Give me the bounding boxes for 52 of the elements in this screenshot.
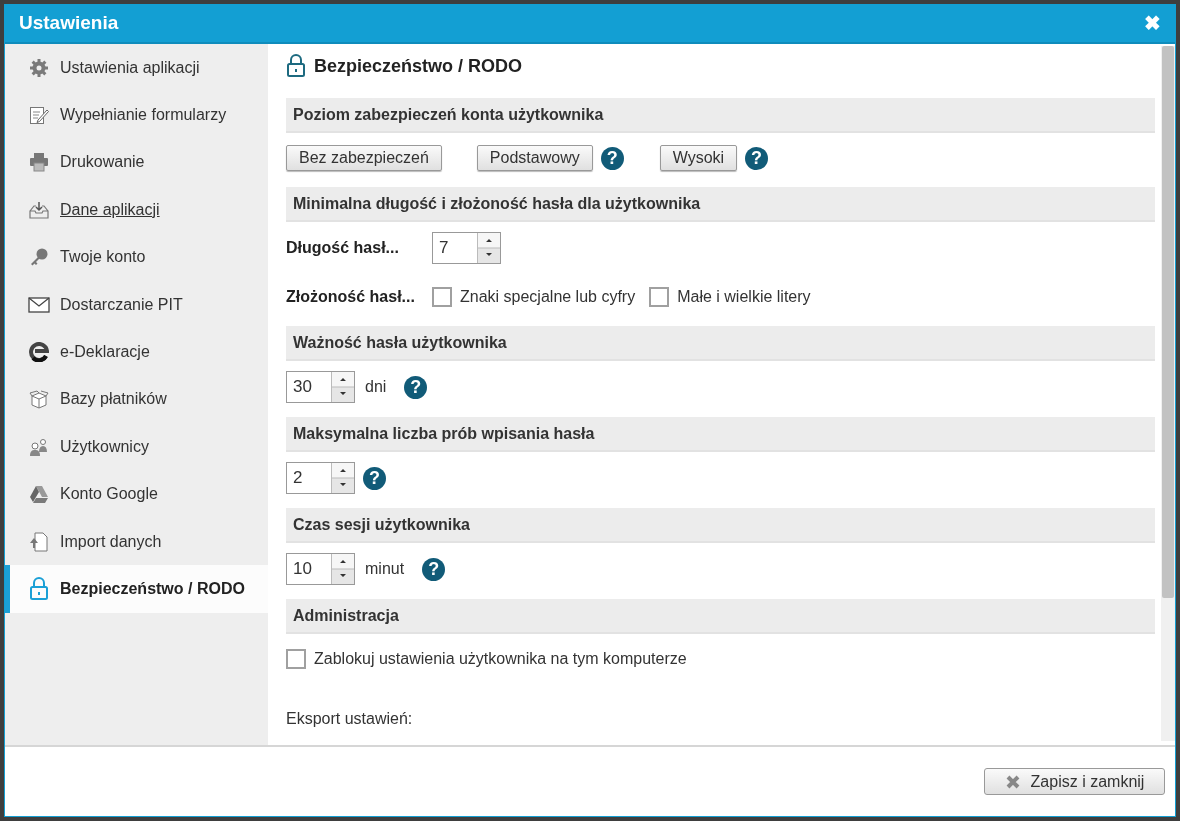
sidebar-item[interactable]: Ustawienia aplikacji xyxy=(5,44,268,92)
section-header: Czas sesji użytkownika xyxy=(286,508,1155,543)
window-title: Ustawienia xyxy=(19,12,119,34)
field-label: Długość hasł... xyxy=(286,239,400,257)
sidebar-item[interactable]: Bezpieczeństwo / RODO xyxy=(5,565,268,613)
help-icon[interactable]: ? xyxy=(363,466,386,490)
section-header: Maksymalna liczba prób wpisania hasła xyxy=(286,417,1155,452)
section-header: Minimalna długość i złożoność hasła dla użytkownika xyxy=(286,187,1155,222)
level-button[interactable]: Podstawowy xyxy=(476,145,593,171)
sidebar-item[interactable]: Wypełnianie formularzy xyxy=(5,91,268,139)
checkbox[interactable] xyxy=(649,287,670,307)
sidebar-item[interactable]: Bazy płatników xyxy=(5,375,268,424)
sidebar-item[interactable]: Twoje konto xyxy=(5,233,268,281)
spinner-arrows-icon[interactable] xyxy=(332,554,354,584)
section-header: Administracja xyxy=(286,599,1155,634)
section-title: Bezpieczeństwo / RODO xyxy=(314,55,523,77)
help-icon[interactable]: ? xyxy=(404,375,428,399)
scrollbar[interactable] xyxy=(1161,46,1175,741)
sidebar-item[interactable]: Import danych xyxy=(5,517,268,566)
checkbox-label: Zablokuj ustawienia użytkownika na tym komputerze xyxy=(314,650,687,668)
unit-label: dni xyxy=(365,378,387,396)
sidebar-item[interactable]: Dostarczanie PIT xyxy=(5,280,268,329)
cross-icon xyxy=(1004,773,1021,790)
level-button[interactable]: Wysoki xyxy=(659,145,738,171)
spinner-arrows-icon[interactable] xyxy=(332,372,354,402)
help-icon[interactable]: ? xyxy=(745,146,769,170)
checkbox[interactable] xyxy=(286,649,306,669)
checkbox-label: Znaki specjalne lub cyfry xyxy=(460,288,636,306)
padlock-icon xyxy=(28,577,50,601)
sidebar-item[interactable]: Użytkownicy xyxy=(5,423,268,471)
file-import-icon xyxy=(28,529,50,554)
field-label: Złożoność hasł... xyxy=(286,288,416,306)
padlock-icon xyxy=(286,54,306,78)
sidebar-item[interactable]: Dane aplikacji xyxy=(5,186,268,234)
checkbox[interactable] xyxy=(432,287,452,307)
sidebar-item[interactable]: Konto Google xyxy=(5,470,268,518)
help-icon[interactable]: ? xyxy=(422,557,446,581)
section-header: Poziom zabezpieczeń konta użytkownika xyxy=(286,98,1155,133)
unit-label: minut xyxy=(365,560,405,578)
section-header: Ważność hasła użytkownika xyxy=(286,326,1155,361)
sidebar-item[interactable]: e-Deklaracje xyxy=(5,328,268,376)
level-button[interactable]: Bez zabezpieczeń xyxy=(286,145,442,171)
export-label: Eksport ustawień: xyxy=(286,710,413,728)
spinner-arrows-icon[interactable] xyxy=(478,233,500,263)
e-letter-icon xyxy=(28,340,50,365)
sidebar-item[interactable]: Drukowanie xyxy=(5,138,268,187)
printer-icon xyxy=(28,150,50,175)
scrollbar-thumb[interactable] xyxy=(1162,46,1174,598)
save-and-close-button[interactable]: Zapisz i zamknij xyxy=(984,768,1165,795)
spinner-arrows-icon[interactable] xyxy=(332,463,354,493)
help-icon[interactable]: ? xyxy=(600,146,624,170)
checkbox-label: Małe i wielkie litery xyxy=(677,288,811,306)
